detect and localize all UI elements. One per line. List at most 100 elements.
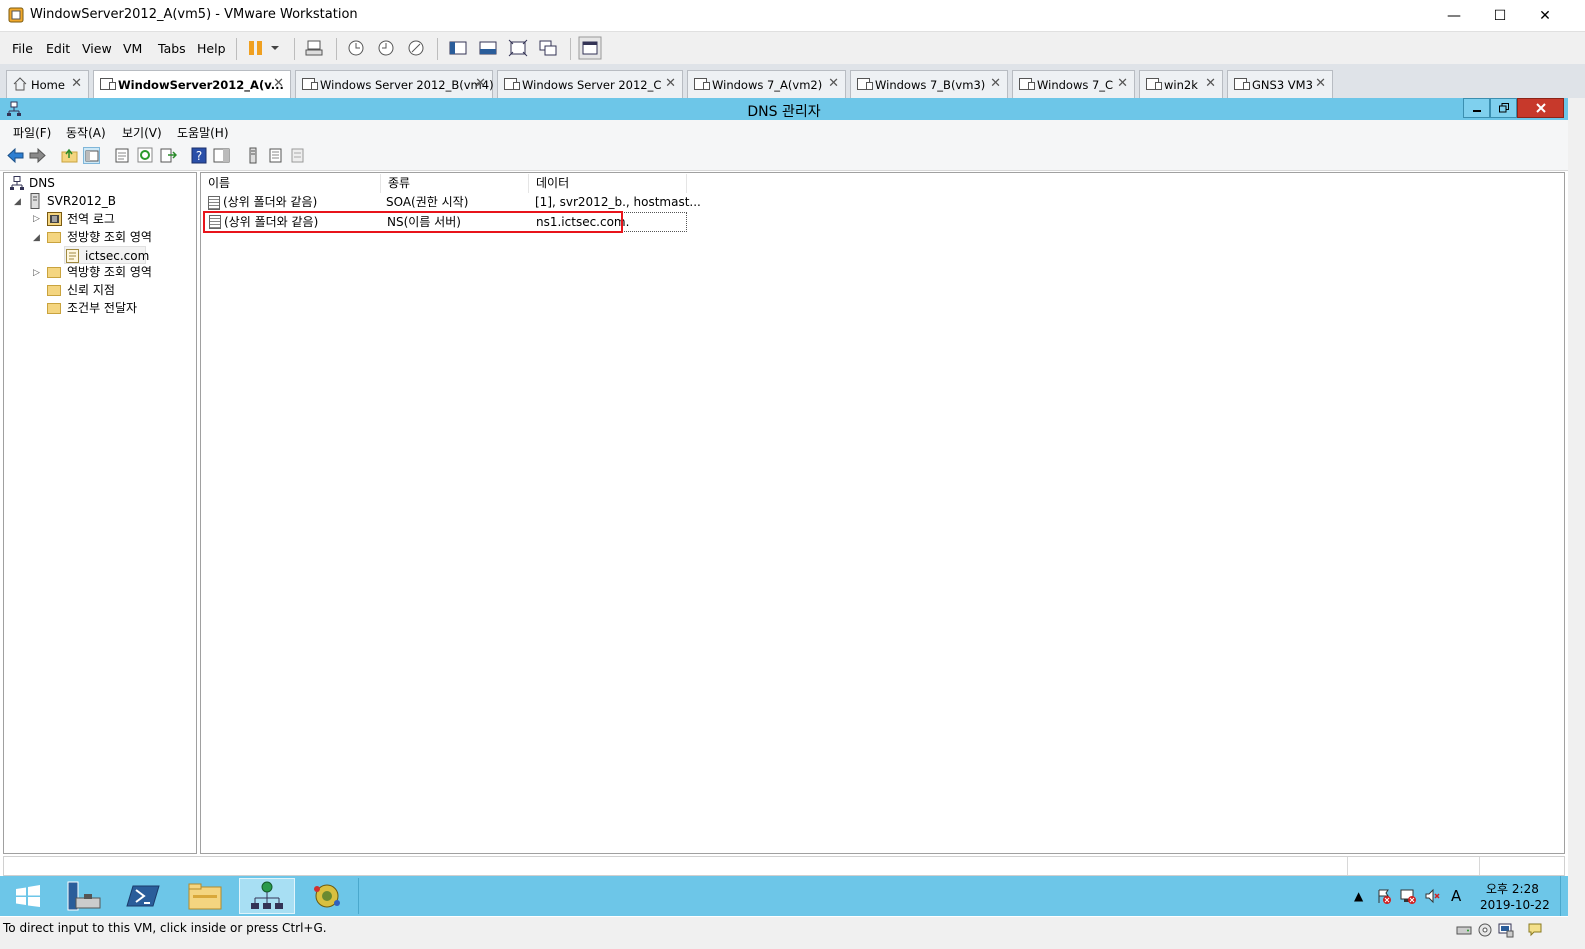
pause-icon[interactable] bbox=[246, 38, 266, 58]
back-arrow-icon[interactable] bbox=[7, 147, 24, 164]
column-header-data[interactable]: 데이터 bbox=[529, 174, 687, 193]
record-icon bbox=[208, 196, 220, 210]
network-adapter-icon[interactable] bbox=[1498, 922, 1514, 938]
tab-windows-server-2012-b[interactable]: Windows Server 2012_B(vm4) ✕ bbox=[295, 70, 494, 98]
tab-win2k[interactable]: win2k ✕ bbox=[1139, 70, 1223, 98]
server-icon[interactable] bbox=[245, 147, 262, 164]
taskbar-powershell[interactable] bbox=[116, 878, 172, 914]
tree-node-zone-ictsec[interactable]: ictsec.com bbox=[64, 246, 149, 264]
record-name: (상위 폴더와 같음) bbox=[223, 195, 318, 209]
close-button[interactable]: ✕ bbox=[1522, 0, 1568, 31]
forward-arrow-icon[interactable] bbox=[29, 147, 46, 164]
column-header-name[interactable]: 이름 bbox=[201, 174, 381, 193]
vmware-menubar: File Edit View VM Tabs Help bbox=[0, 31, 1585, 65]
close-icon[interactable]: ✕ bbox=[665, 76, 676, 91]
close-icon[interactable]: ✕ bbox=[273, 76, 284, 91]
sidebar-toggle-icon[interactable] bbox=[448, 38, 468, 58]
tab-gns3-vm3[interactable]: GNS3 VM3 ✕ bbox=[1227, 70, 1333, 98]
menu-tabs[interactable]: Tabs bbox=[158, 41, 186, 56]
tree-label: 조건부 전달자 bbox=[67, 301, 138, 315]
show-hidden-icons-icon[interactable]: ▲ bbox=[1354, 889, 1363, 903]
clock-time[interactable]: 오후 2:28 bbox=[1486, 880, 1539, 897]
close-icon[interactable]: ✕ bbox=[1315, 76, 1326, 91]
record-detail-icon[interactable] bbox=[289, 147, 306, 164]
message-icon[interactable] bbox=[1527, 922, 1543, 938]
unity-icon[interactable] bbox=[538, 38, 558, 58]
dns-menubar: 파일(F) 동작(A) 보기(V) 도움말(H) bbox=[0, 120, 1568, 142]
hard-disk-icon[interactable] bbox=[1456, 922, 1472, 938]
tab-windows-7-c[interactable]: Windows 7_C ✕ bbox=[1012, 70, 1135, 98]
properties-icon[interactable] bbox=[114, 147, 131, 164]
snapshot-manager-icon[interactable] bbox=[406, 38, 426, 58]
tab-windows-7-b[interactable]: Windows 7_B(vm3) ✕ bbox=[850, 70, 1008, 98]
tab-home[interactable]: Home ✕ bbox=[6, 70, 89, 98]
tab-label: Home bbox=[31, 78, 65, 92]
minimize-button[interactable]: — bbox=[1431, 0, 1477, 31]
column-header-type[interactable]: 종류 bbox=[381, 174, 529, 193]
dns-minimize-button[interactable] bbox=[1463, 98, 1490, 118]
expanded-arrow-icon[interactable]: ◢ bbox=[33, 233, 40, 243]
close-icon[interactable]: ✕ bbox=[1117, 76, 1128, 91]
network-error-icon[interactable] bbox=[1400, 888, 1416, 904]
menu-file[interactable]: File bbox=[12, 41, 33, 56]
collapsed-arrow-icon[interactable]: ▷ bbox=[33, 214, 40, 224]
volume-muted-icon[interactable] bbox=[1424, 888, 1440, 904]
close-icon[interactable]: ✕ bbox=[475, 76, 486, 91]
show-action-pane-icon[interactable] bbox=[213, 147, 230, 164]
action-center-flag-icon[interactable] bbox=[1376, 888, 1392, 904]
snapshot-icon[interactable] bbox=[346, 38, 366, 58]
close-icon bbox=[1535, 103, 1546, 113]
dns-window-title: DNS 관리자 bbox=[747, 104, 821, 120]
tab-windowserver2012-a[interactable]: WindowServer2012_A(v... ✕ bbox=[93, 70, 291, 99]
help-icon[interactable]: ? bbox=[191, 147, 208, 164]
record-type: SOA(권한 시작) bbox=[386, 195, 469, 209]
tree-label: 역방향 조회 영역 bbox=[67, 265, 152, 279]
collapsed-arrow-icon[interactable]: ▷ bbox=[33, 268, 40, 278]
tab-label: Windows Server 2012_C bbox=[522, 78, 662, 92]
event-log-icon bbox=[47, 212, 62, 226]
revert-snapshot-icon[interactable] bbox=[376, 38, 396, 58]
dns-menu-file[interactable]: 파일(F) bbox=[13, 124, 51, 141]
cd-rom-icon[interactable] bbox=[1477, 922, 1493, 938]
dns-menu-help[interactable]: 도움말(H) bbox=[177, 124, 229, 141]
close-icon[interactable]: ✕ bbox=[828, 76, 839, 91]
export-list-icon[interactable] bbox=[160, 147, 177, 164]
tab-windows-server-2012-c[interactable]: Windows Server 2012_C ✕ bbox=[497, 70, 683, 98]
toolbar-separator bbox=[336, 38, 337, 60]
close-icon[interactable]: ✕ bbox=[1205, 76, 1216, 91]
up-folder-icon[interactable] bbox=[61, 147, 78, 164]
console-view-icon[interactable] bbox=[578, 36, 602, 60]
thumbnail-bar-icon[interactable] bbox=[478, 38, 498, 58]
show-hide-console-tree-icon[interactable] bbox=[83, 147, 100, 164]
folder-icon bbox=[188, 883, 222, 910]
fullscreen-icon[interactable] bbox=[508, 38, 528, 58]
dns-menu-view[interactable]: 보기(V) bbox=[122, 124, 162, 141]
dns-manager-title-bar: DNS 관리자 bbox=[0, 98, 1568, 120]
menu-vm[interactable]: VM bbox=[123, 41, 142, 56]
dns-menu-action[interactable]: 동작(A) bbox=[66, 124, 106, 141]
folder-icon bbox=[47, 303, 61, 314]
start-button[interactable] bbox=[0, 878, 56, 914]
taskbar-server-manager[interactable] bbox=[56, 878, 112, 914]
taskbar-file-explorer[interactable] bbox=[177, 878, 233, 914]
close-icon[interactable]: ✕ bbox=[990, 76, 1001, 91]
ime-indicator[interactable]: A bbox=[1451, 887, 1461, 905]
refresh-icon[interactable] bbox=[137, 147, 154, 164]
menu-view[interactable]: View bbox=[82, 41, 112, 56]
dns-close-button[interactable] bbox=[1517, 98, 1564, 118]
menu-edit[interactable]: Edit bbox=[46, 41, 70, 56]
close-icon[interactable]: ✕ bbox=[71, 76, 82, 91]
menu-help[interactable]: Help bbox=[197, 41, 226, 56]
maximize-button[interactable]: ☐ bbox=[1477, 0, 1523, 31]
dns-restore-button[interactable] bbox=[1490, 98, 1517, 118]
record-list-icon[interactable] bbox=[267, 147, 284, 164]
tab-windows-7-a[interactable]: Windows 7_A(vm2) ✕ bbox=[687, 70, 846, 98]
send-ctrl-alt-del-icon[interactable] bbox=[304, 38, 324, 58]
expanded-arrow-icon[interactable]: ◢ bbox=[14, 197, 21, 207]
clock-date[interactable]: 2019-10-22 bbox=[1480, 898, 1550, 912]
table-row[interactable]: (상위 폴더와 같음) SOA(권한 시작) [1], svr2012_b., … bbox=[201, 193, 701, 212]
toolbar-separator bbox=[236, 38, 237, 60]
chevron-down-icon[interactable] bbox=[268, 38, 282, 58]
taskbar-network-app[interactable] bbox=[299, 878, 355, 914]
taskbar-dns-manager[interactable] bbox=[239, 878, 295, 914]
